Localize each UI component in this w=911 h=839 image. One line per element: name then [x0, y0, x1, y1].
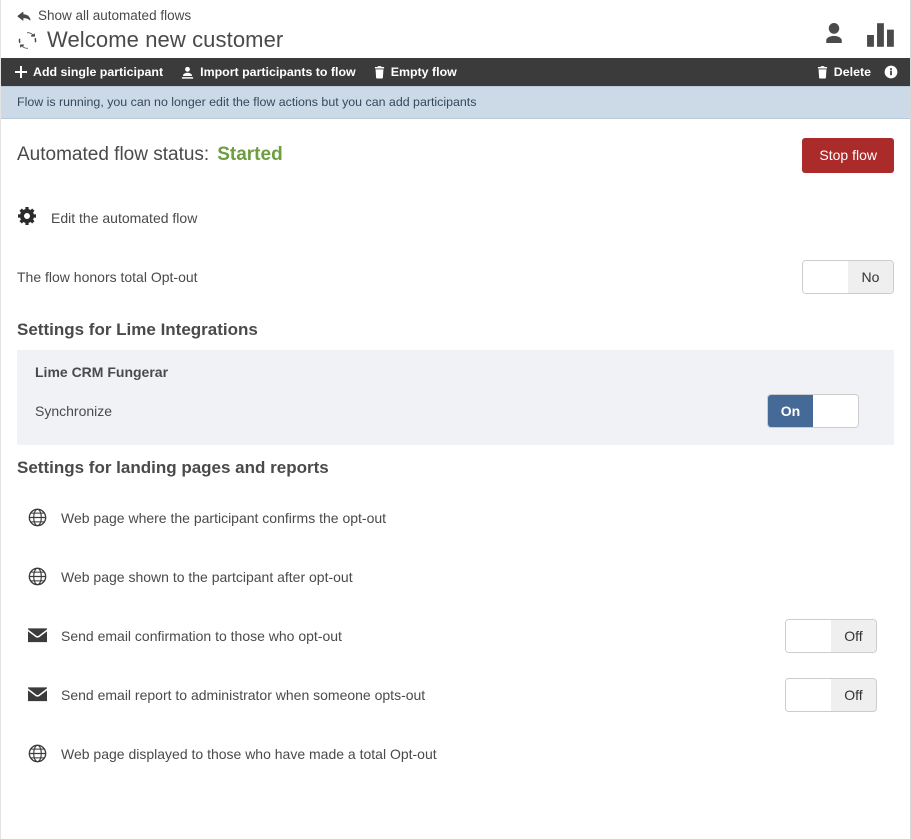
breadcrumb-show-all-flows[interactable]: Show all automated flows	[17, 8, 894, 24]
empty-flow-label: Empty flow	[391, 58, 457, 86]
setting-row-after-opt-out[interactable]: Web page shown to the partcipant after o…	[17, 547, 894, 606]
integration-synchronize-toggle[interactable]: On	[767, 394, 859, 428]
integration-synchronize-label: Synchronize	[35, 403, 112, 419]
add-single-participant-label: Add single participant	[33, 58, 163, 86]
import-person-icon	[181, 66, 194, 79]
flow-running-info-bar: Flow is running, you can no longer edit …	[1, 86, 910, 119]
integrations-heading: Settings for Lime Integrations	[17, 320, 894, 340]
stop-flow-button[interactable]: Stop flow	[802, 138, 894, 173]
envelope-icon	[27, 628, 47, 643]
plus-icon	[15, 66, 27, 78]
header-actions	[819, 18, 896, 53]
main-content: Automated flow status: Started Stop flow…	[1, 121, 910, 783]
setting-row-confirm-opt-out[interactable]: Web page where the participant confirms …	[17, 488, 894, 547]
lime-integration-panel: Lime CRM Fungerar Synchronize On	[17, 350, 894, 445]
setting-row-total-opt-out-page[interactable]: Web page displayed to those who have mad…	[17, 724, 894, 783]
info-bar-message: Flow is running, you can no longer edit …	[17, 95, 476, 109]
landing-pages-heading: Settings for landing pages and reports	[17, 458, 894, 478]
info-button[interactable]	[884, 65, 898, 79]
import-participants-button[interactable]: Import participants to flow	[181, 58, 356, 86]
setting-row-label: Web page shown to the partcipant after o…	[61, 569, 353, 585]
page-header: Show all automated flows Welcome new cus…	[1, 0, 910, 58]
edit-automated-flow-label: Edit the automated flow	[51, 210, 197, 226]
setting-row-label: Web page displayed to those who have mad…	[61, 746, 437, 762]
globe-icon	[27, 744, 47, 763]
delete-label: Delete	[834, 58, 871, 86]
opt-out-honor-row: The flow honors total Opt-out No	[17, 247, 894, 307]
trash-icon	[374, 66, 385, 79]
back-arrow-icon	[17, 10, 31, 24]
empty-flow-button[interactable]: Empty flow	[374, 58, 457, 86]
toggle-right-half: No	[848, 261, 893, 293]
opt-out-honor-toggle[interactable]: No	[802, 260, 894, 294]
status-badge: Started	[217, 144, 282, 166]
toggle-left-half	[803, 261, 848, 293]
globe-icon	[27, 508, 47, 527]
app-page: Show all automated flows Welcome new cus…	[0, 0, 911, 839]
page-title: Welcome new customer	[47, 26, 283, 53]
person-icon[interactable]	[819, 18, 849, 53]
trash-icon	[817, 66, 828, 79]
opt-out-honor-label: The flow honors total Opt-out	[17, 269, 198, 285]
page-title-row: Welcome new customer	[17, 26, 894, 53]
flow-status-label: Automated flow status:	[17, 144, 209, 166]
add-single-participant-button[interactable]: Add single participant	[15, 58, 163, 86]
globe-icon	[27, 567, 47, 586]
setting-row-email-confirmation: Send email confirmation to those who opt…	[17, 606, 894, 665]
toolbar-left-group: Add single participant Import participan…	[15, 58, 457, 86]
toolbar-right-group: Delete	[817, 58, 898, 86]
bar-chart-icon[interactable]	[866, 22, 896, 53]
info-circle-icon	[884, 65, 898, 79]
toggle-left-half	[786, 679, 831, 711]
toggle-left-half: On	[768, 395, 813, 427]
setting-row-label: Send email confirmation to those who opt…	[61, 628, 342, 644]
toggle-right-half: Off	[831, 679, 876, 711]
flow-status-row: Automated flow status: Started Stop flow	[17, 121, 894, 189]
integration-synchronize-row: Synchronize On	[35, 394, 876, 428]
breadcrumb-label: Show all automated flows	[38, 8, 191, 24]
envelope-icon	[27, 687, 47, 702]
delete-button[interactable]: Delete	[817, 58, 871, 86]
toggle-right-half: Off	[831, 620, 876, 652]
toggle-left-half	[786, 620, 831, 652]
setting-row-email-report: Send email report to administrator when …	[17, 665, 894, 724]
email-confirmation-toggle[interactable]: Off	[785, 619, 877, 653]
gear-icon	[17, 206, 37, 231]
edit-automated-flow-row[interactable]: Edit the automated flow	[17, 189, 894, 247]
import-participants-label: Import participants to flow	[200, 58, 356, 86]
email-report-toggle[interactable]: Off	[785, 678, 877, 712]
landing-settings-list: Web page where the participant confirms …	[17, 488, 894, 783]
sync-circular-arrows-icon	[17, 30, 38, 51]
integration-name: Lime CRM Fungerar	[35, 364, 876, 380]
toggle-right-half	[813, 395, 858, 427]
action-toolbar: Add single participant Import participan…	[1, 58, 910, 86]
setting-row-label: Send email report to administrator when …	[61, 687, 425, 703]
setting-row-label: Web page where the participant confirms …	[61, 510, 386, 526]
